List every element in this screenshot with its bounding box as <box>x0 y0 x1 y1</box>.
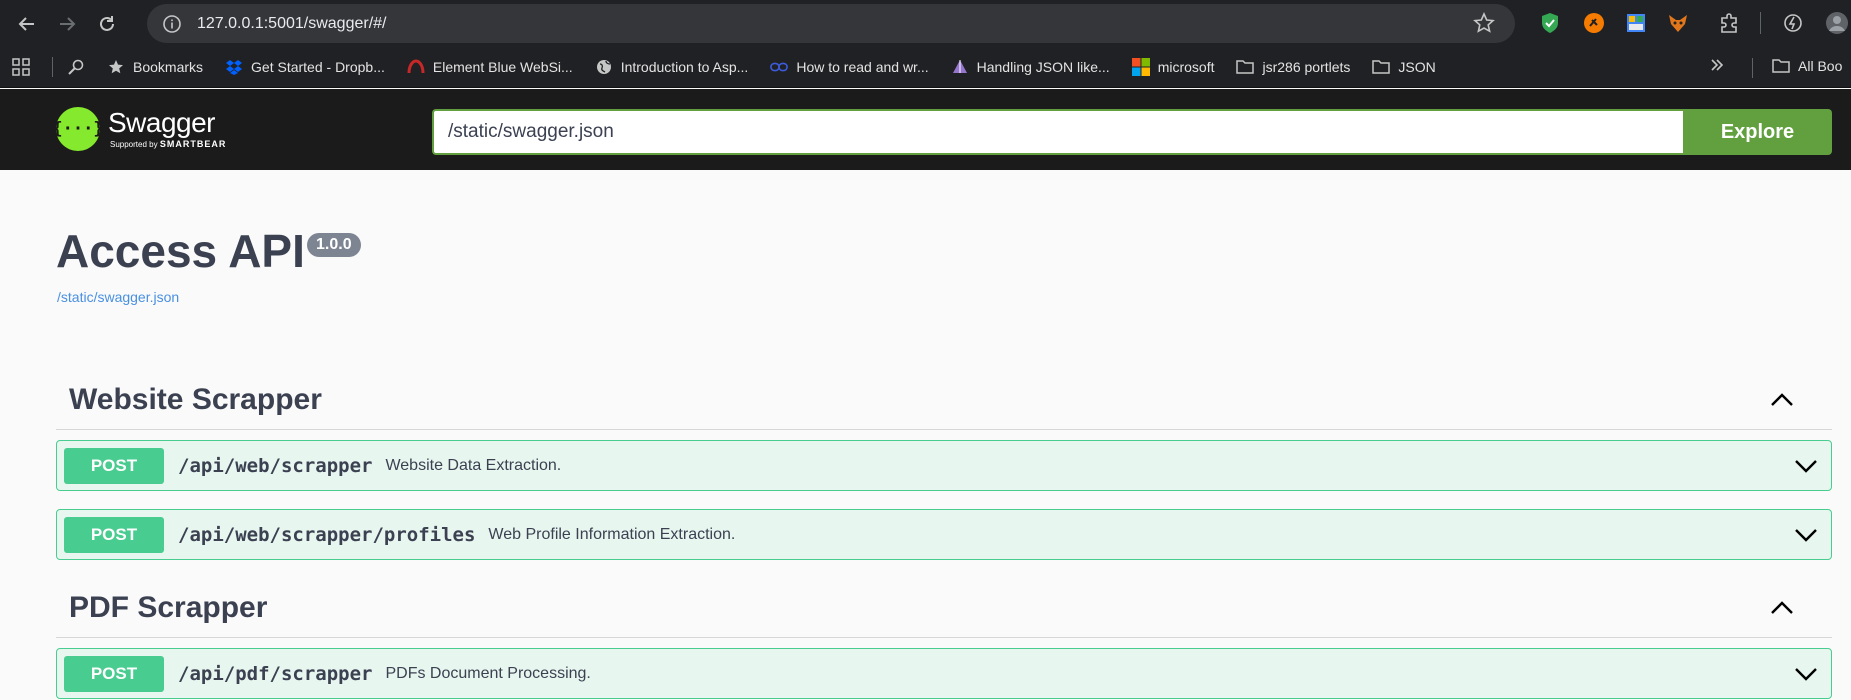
operation-path: /api/web/scrapper <box>178 454 373 477</box>
spec-url-input[interactable] <box>432 109 1683 155</box>
operation-summary: Web Profile Information Extraction. <box>488 525 736 543</box>
forward-icon[interactable] <box>48 5 86 43</box>
method-badge: POST <box>64 447 164 484</box>
element-icon <box>407 58 425 76</box>
api-title: Access API <box>56 225 305 277</box>
operation-summary: PDFs Document Processing. <box>385 664 591 682</box>
bookmark-divider <box>1752 58 1753 78</box>
fox-extension-icon[interactable] <box>1665 10 1691 36</box>
operation-row[interactable]: POST /api/web/scrapper Website Data Extr… <box>56 440 1832 491</box>
swagger-logo[interactable]: {···} Swagger Supported by SMARTBEAR <box>52 107 227 151</box>
prism-icon <box>951 58 969 76</box>
bookmark-item[interactable]: microsoft <box>1131 58 1214 76</box>
search-tool-icon[interactable] <box>67 58 85 76</box>
logo-text: Swagger <box>108 107 216 138</box>
all-bookmarks-folder[interactable]: All Boo <box>1772 57 1842 75</box>
chevron-down-icon[interactable] <box>1793 453 1819 479</box>
bookmark-item[interactable]: Element Blue WebSi... <box>407 58 573 76</box>
bookmark-item[interactable]: Handling JSON like... <box>951 58 1110 76</box>
bookmark-folder[interactable]: JSON <box>1372 58 1436 76</box>
chevron-down-icon[interactable] <box>1793 661 1819 687</box>
address-url[interactable]: 127.0.0.1:5001/swagger/#/ <box>197 15 386 33</box>
address-bar[interactable]: 127.0.0.1:5001/swagger/#/ <box>147 4 1515 43</box>
apps-grid-icon[interactable] <box>12 58 30 76</box>
operation-row[interactable]: POST /api/pdf/scrapper PDFs Document Pro… <box>56 648 1832 699</box>
bookmark-star-icon[interactable] <box>1473 12 1495 39</box>
api-info: Access API 1.0.0 /static/swagger.json <box>56 224 361 305</box>
tag-section-website-scrapper[interactable]: Website Scrapper <box>56 370 1832 430</box>
explore-button[interactable]: Explore <box>1683 109 1832 155</box>
profile-avatar-icon[interactable] <box>1824 10 1850 36</box>
orange-extension-icon[interactable] <box>1581 10 1607 36</box>
folder-icon <box>1372 58 1391 76</box>
back-icon[interactable] <box>8 5 46 43</box>
tag-section-pdf-scrapper[interactable]: PDF Scrapper <box>56 578 1832 638</box>
extensions-puzzle-icon[interactable] <box>1716 10 1742 36</box>
swagger-logo-icon: {···} <box>52 107 104 151</box>
shield-extension-icon[interactable] <box>1537 10 1563 36</box>
dropbox-icon <box>225 58 243 76</box>
chevron-up-icon[interactable] <box>1768 386 1796 414</box>
bookmark-item[interactable]: Get Started - Dropb... <box>225 58 385 76</box>
bookmark-folder[interactable]: jsr286 portlets <box>1236 58 1350 76</box>
bookmarks-bar: Bookmarks Get Started - Dropb... Element… <box>0 47 1851 88</box>
logo-subtitle: Supported by SMARTBEAR <box>110 139 227 149</box>
operation-row[interactable]: POST /api/web/scrapper/profiles Web Prof… <box>56 509 1832 560</box>
toolbar-divider <box>1760 12 1761 34</box>
bookmark-item[interactable]: Bookmarks <box>107 58 203 76</box>
tag-title: Website Scrapper <box>69 382 322 416</box>
folder-icon <box>1772 57 1790 75</box>
version-badge: 1.0.0 <box>307 233 361 257</box>
reload-icon[interactable] <box>88 5 126 43</box>
chevron-down-icon[interactable] <box>1793 522 1819 548</box>
spec-link[interactable]: /static/swagger.json <box>57 289 179 305</box>
chevron-up-icon[interactable] <box>1768 594 1796 622</box>
folder-icon <box>1236 58 1255 76</box>
method-badge: POST <box>64 655 164 692</box>
microsoft-icon <box>1131 58 1150 76</box>
swagger-topbar: {···} Swagger Supported by SMARTBEAR Exp… <box>0 89 1851 170</box>
bookmark-item[interactable]: Introduction to Asp... <box>595 58 748 76</box>
bookmark-item[interactable]: How to read and wr... <box>770 58 929 76</box>
link-icon <box>770 58 789 76</box>
operation-summary: Website Data Extraction. <box>385 456 562 474</box>
star-icon <box>107 58 125 76</box>
grid-extension-icon[interactable] <box>1623 10 1649 36</box>
bookmark-divider <box>52 57 53 77</box>
tag-title: PDF Scrapper <box>69 590 268 624</box>
sync-icon[interactable] <box>1780 10 1806 36</box>
globe-icon <box>595 58 613 76</box>
site-info-icon[interactable] <box>161 13 183 35</box>
operation-path: /api/pdf/scrapper <box>178 662 373 685</box>
more-bookmarks-icon[interactable] <box>1710 58 1724 72</box>
operation-path: /api/web/scrapper/profiles <box>178 523 476 546</box>
method-badge: POST <box>64 516 164 553</box>
